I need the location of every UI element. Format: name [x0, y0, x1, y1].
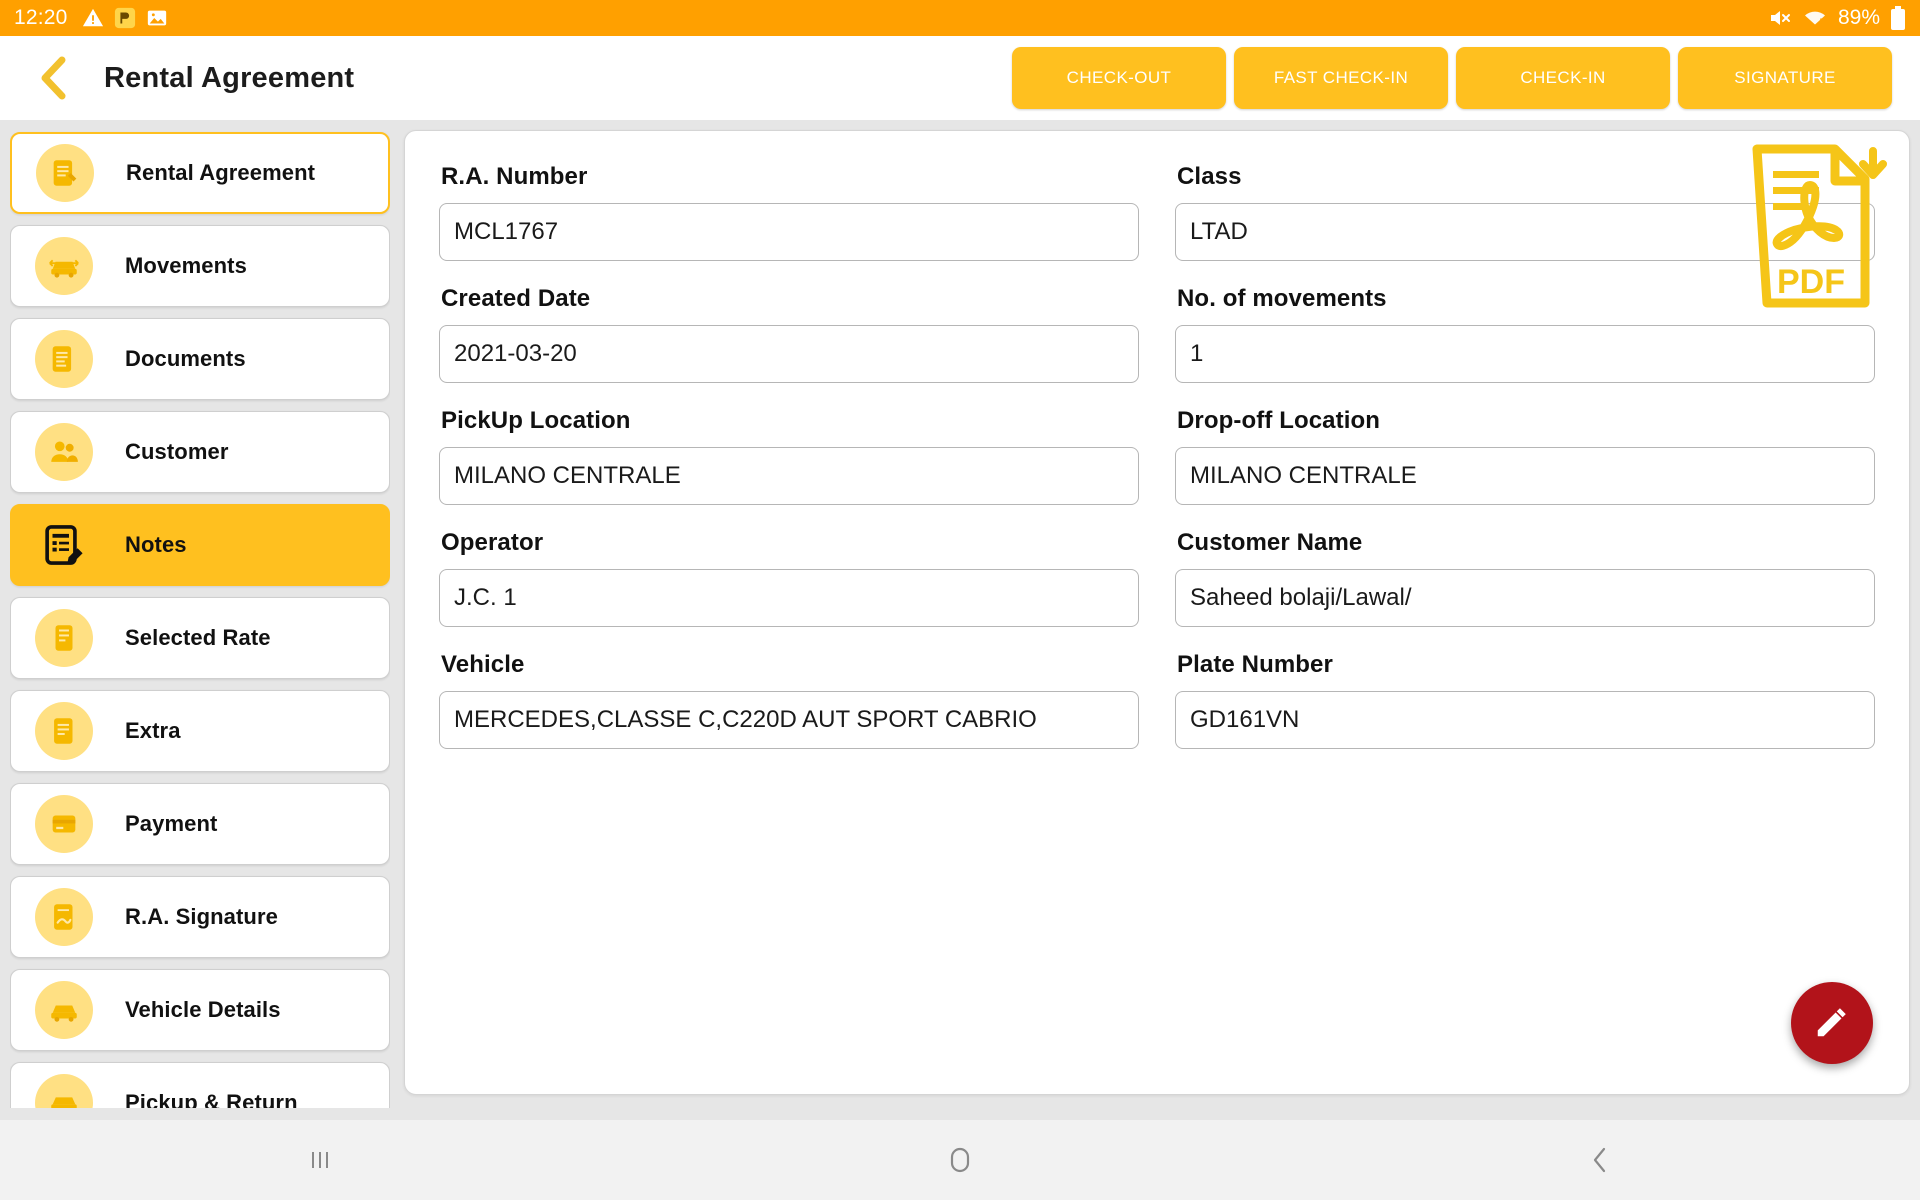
sidebar-item-ra-signature[interactable]: R.A. Signature — [10, 876, 390, 958]
sidebar-item-label: Customer — [125, 439, 229, 464]
field-label: Drop-off Location — [1177, 407, 1380, 434]
edit-fab-button[interactable] — [1791, 982, 1873, 1064]
fast-check-in-button[interactable]: FAST CHECK-IN — [1234, 47, 1448, 109]
extra-icon — [35, 702, 93, 760]
field-label: Vehicle — [441, 651, 525, 678]
app-notification-icon — [114, 7, 136, 29]
wifi-icon — [1802, 7, 1828, 29]
sidebar-item-payment[interactable]: Payment — [10, 783, 390, 865]
signature-button[interactable]: SIGNATURE — [1678, 47, 1892, 109]
payment-icon — [35, 795, 93, 853]
vehicle-input[interactable] — [439, 691, 1139, 749]
sidebar-item-label: Vehicle Details — [125, 997, 281, 1022]
sidebar-item-label: R.A. Signature — [125, 904, 278, 929]
pickup-return-icon — [35, 1074, 93, 1108]
field-customer-name: Customer Name — [1175, 521, 1875, 627]
field-ra-number: R.A. Number — [439, 155, 1139, 261]
sidebar-item-movements[interactable]: Movements — [10, 225, 390, 307]
app-root: 12:20 89% Rental Agreement CHECK-OUT FAS… — [0, 0, 1920, 1200]
sidebar-item-notes[interactable]: Notes — [10, 504, 390, 586]
back-icon[interactable] — [1540, 1130, 1660, 1190]
battery-icon — [1890, 6, 1906, 30]
image-icon — [146, 7, 168, 29]
rental-agreement-form-card: PDF R.A. Number Class Created Date — [404, 130, 1910, 1095]
check-in-button[interactable]: CHECK-IN — [1456, 47, 1670, 109]
sidebar-item-label: Extra — [125, 718, 181, 743]
field-dropoff-location: Drop-off Location — [1175, 399, 1875, 505]
page-title: Rental Agreement — [104, 61, 355, 94]
plate-number-input[interactable] — [1175, 691, 1875, 749]
pickup-location-input[interactable] — [439, 447, 1139, 505]
status-bar: 12:20 89% — [0, 0, 1920, 36]
recents-icon[interactable] — [260, 1130, 380, 1190]
notes-pencil-icon — [35, 516, 93, 574]
battery-percent-label: 89% — [1837, 6, 1880, 29]
created-date-input[interactable] — [439, 325, 1139, 383]
ra-number-input[interactable] — [439, 203, 1139, 261]
field-pickup-location: PickUp Location — [439, 399, 1139, 505]
sidebar-item-pickup-return[interactable]: Pickup & Return — [10, 1062, 390, 1108]
status-bar-time: 12:20 — [14, 6, 68, 29]
android-nav-bar — [0, 1120, 1920, 1200]
car-movement-icon — [35, 237, 93, 295]
field-label: Plate Number — [1177, 651, 1333, 678]
sidebar-item-documents[interactable]: Documents — [10, 318, 390, 400]
sidebar-item-label: Pickup & Return — [125, 1090, 298, 1108]
customer-name-input[interactable] — [1175, 569, 1875, 627]
dropoff-location-input[interactable] — [1175, 447, 1875, 505]
pdf-download-icon[interactable]: PDF — [1747, 141, 1887, 311]
sidebar-item-vehicle-details[interactable]: Vehicle Details — [10, 969, 390, 1051]
signature-icon — [35, 888, 93, 946]
form-grid: R.A. Number Class Created Date No. of mo… — [439, 155, 1875, 765]
operator-input[interactable] — [439, 569, 1139, 627]
pdf-label: PDF — [1777, 263, 1845, 301]
field-label: R.A. Number — [441, 163, 588, 190]
vehicle-details-icon — [35, 981, 93, 1039]
no-of-movements-input[interactable] — [1175, 325, 1875, 383]
app-header: Rental Agreement CHECK-OUT FAST CHECK-IN… — [0, 36, 1920, 120]
documents-icon — [35, 330, 93, 388]
field-label: Operator — [441, 529, 544, 556]
sidebar-item-label: Selected Rate — [125, 625, 271, 650]
header-actions: CHECK-OUT FAST CHECK-IN CHECK-IN SIGNATU… — [1012, 47, 1902, 109]
sidebar[interactable]: Rental Agreement Movements Documents Cus… — [10, 130, 390, 1108]
field-label: Created Date — [441, 285, 591, 312]
document-pen-icon — [36, 144, 94, 202]
sidebar-item-customer[interactable]: Customer — [10, 411, 390, 493]
field-plate-number: Plate Number — [1175, 643, 1875, 749]
mute-icon — [1768, 6, 1792, 30]
sidebar-item-label: Payment — [125, 811, 218, 836]
home-icon[interactable] — [900, 1130, 1020, 1190]
field-label: Customer Name — [1177, 529, 1363, 556]
warning-icon — [82, 7, 104, 29]
back-chevron-icon[interactable] — [30, 55, 76, 101]
sidebar-item-selected-rate[interactable]: Selected Rate — [10, 597, 390, 679]
sidebar-item-label: Movements — [125, 253, 247, 278]
sidebar-item-rental-agreement[interactable]: Rental Agreement — [10, 132, 390, 214]
body-area: Rental Agreement Movements Documents Cus… — [0, 120, 1920, 1120]
sidebar-item-label: Documents — [125, 346, 246, 371]
field-vehicle: Vehicle — [439, 643, 1139, 749]
edit-pencil-icon — [1813, 1003, 1851, 1044]
rate-icon — [35, 609, 93, 667]
check-out-button[interactable]: CHECK-OUT — [1012, 47, 1226, 109]
field-operator: Operator — [439, 521, 1139, 627]
sidebar-item-label: Rental Agreement — [126, 160, 316, 185]
field-created-date: Created Date — [439, 277, 1139, 383]
sidebar-item-label: Notes — [125, 532, 187, 557]
sidebar-item-extra[interactable]: Extra — [10, 690, 390, 772]
customer-icon — [35, 423, 93, 481]
field-label: PickUp Location — [441, 407, 631, 434]
